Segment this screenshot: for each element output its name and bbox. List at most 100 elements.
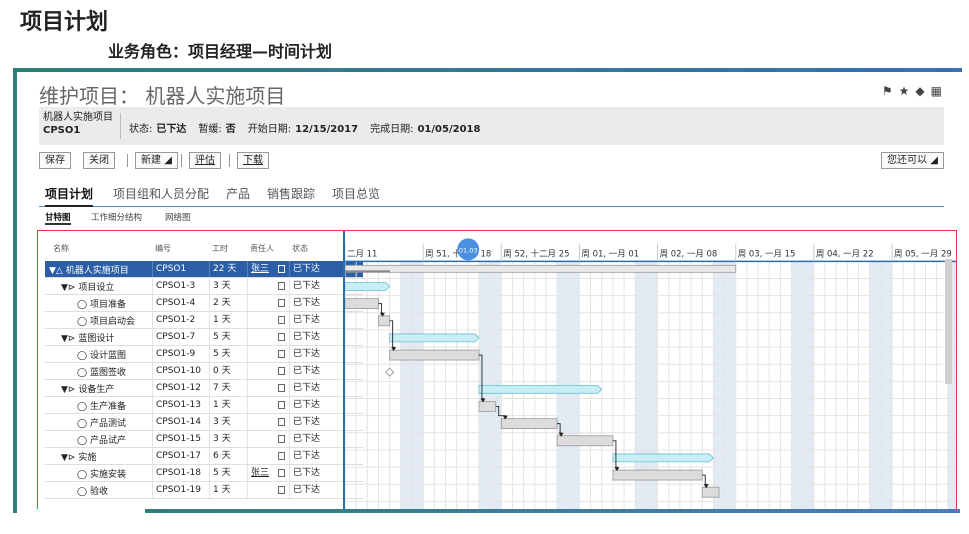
grid-icon[interactable]: ▦ xyxy=(931,84,942,98)
tab-sales-tracking[interactable]: 销售跟踪 xyxy=(267,185,315,202)
table-row[interactable]: ▼⊳ 设备生产 CPSO1-12 7 天 已下达 xyxy=(45,380,363,397)
table-row[interactable]: ◯ 产品测试 CPSO1-14 3 天 已下达 xyxy=(45,414,363,431)
expand-phase-icon[interactable]: ▼⊳ xyxy=(61,334,75,344)
task-bar xyxy=(389,349,480,361)
tab-products[interactable]: 产品 xyxy=(226,185,250,202)
close-button[interactable]: 关闭 xyxy=(83,152,115,169)
task-status: 已下达 xyxy=(289,397,329,413)
task-status: 已下达 xyxy=(289,261,329,277)
document-icon[interactable] xyxy=(278,282,285,290)
task-owner xyxy=(247,448,289,464)
col-name[interactable]: 名称 xyxy=(53,243,69,254)
task-circle-icon[interactable]: ◯ xyxy=(77,300,87,310)
task-duration: 6 天 xyxy=(209,448,247,464)
col-duration[interactable]: 工时 xyxy=(212,243,228,254)
expand-phase-icon[interactable]: ▼⊳ xyxy=(61,283,75,293)
tab-project-plan[interactable]: 项目计划 xyxy=(45,185,94,207)
tab-team[interactable]: 项目组和人员分配 xyxy=(113,185,209,202)
phase-bar xyxy=(345,282,391,291)
task-code: CPSO1-14 xyxy=(152,414,209,430)
document-icon[interactable] xyxy=(278,384,285,392)
evaluate-button[interactable]: 评估 xyxy=(189,152,221,169)
weekend-column xyxy=(791,261,803,509)
subtab-gantt[interactable]: 甘特图 xyxy=(45,211,71,225)
task-circle-icon[interactable]: ◯ xyxy=(77,351,87,361)
col-code[interactable]: 编号 xyxy=(155,243,171,254)
col-status[interactable]: 状态 xyxy=(292,243,308,254)
document-icon[interactable] xyxy=(278,316,285,324)
table-row[interactable]: ◯ 实施安装 CPSO1-18 5 天张三 已下达 xyxy=(45,465,363,482)
table-row[interactable]: ▼△ 机器人实施项目 CPSO1 22 天张三 已下达 xyxy=(45,261,363,278)
expand-phase-icon[interactable]: ▼⊳ xyxy=(61,385,75,395)
vertical-scrollbar[interactable] xyxy=(945,259,952,384)
expand-triangle-icon[interactable]: ▼△ xyxy=(49,266,63,276)
project-code: CPSO1 xyxy=(43,125,81,136)
more-actions-button[interactable]: 您还可以 ◢ xyxy=(881,152,944,169)
document-icon[interactable] xyxy=(278,333,285,341)
document-icon[interactable] xyxy=(278,350,285,358)
task-owner xyxy=(247,397,289,413)
table-row[interactable]: ◯ 设计蓝图 CPSO1-9 5 天 已下达 xyxy=(45,346,363,363)
task-duration: 1 天 xyxy=(209,312,247,328)
task-owner xyxy=(247,295,289,311)
task-bar xyxy=(478,401,497,412)
document-icon[interactable] xyxy=(278,401,285,409)
table-row[interactable]: ◯ 项目启动会 CPSO1-2 1 天 已下达 xyxy=(45,312,363,329)
download-button[interactable]: 下载 xyxy=(237,152,269,169)
star-icon[interactable]: ★ xyxy=(899,84,910,98)
task-duration: 5 天 xyxy=(209,346,247,362)
expand-phase-icon[interactable]: ▼⊳ xyxy=(61,453,75,463)
document-icon[interactable] xyxy=(278,486,285,494)
document-icon[interactable] xyxy=(278,469,285,477)
task-name: ◯ 实施安装 xyxy=(77,470,126,480)
project-name: 机器人实施项目 xyxy=(43,112,113,123)
task-code: CPSO1 xyxy=(152,261,209,277)
task-bar xyxy=(701,486,720,498)
task-status: 已下达 xyxy=(289,465,329,481)
task-code: CPSO1-19 xyxy=(152,482,209,498)
task-duration: 3 天 xyxy=(209,278,247,294)
document-icon[interactable] xyxy=(278,418,285,426)
table-row[interactable]: ▼⊳ 实施 CPSO1-17 6 天 已下达 xyxy=(45,448,363,465)
col-owner[interactable]: 责任人 xyxy=(250,243,274,254)
task-circle-icon[interactable]: ◯ xyxy=(77,419,87,429)
table-row[interactable]: ◯ 生产准备 CPSO1-13 1 天 已下达 xyxy=(45,397,363,414)
task-bar xyxy=(556,435,614,447)
document-icon[interactable] xyxy=(278,452,285,460)
task-owner xyxy=(247,380,289,396)
task-bar xyxy=(612,469,703,481)
table-row[interactable]: ▼⊳ 蓝图设计 CPSO1-7 5 天 已下达 xyxy=(45,329,363,346)
main-tabs: 项目计划 项目组和人员分配 产品 销售跟踪 项目总览 xyxy=(39,185,944,207)
document-icon[interactable] xyxy=(278,367,285,375)
task-status: 已下达 xyxy=(289,448,329,464)
document-icon[interactable] xyxy=(278,435,285,443)
weekend-column xyxy=(713,261,725,509)
save-button[interactable]: 保存 xyxy=(39,152,71,169)
task-circle-icon[interactable]: ◯ xyxy=(77,368,87,378)
task-duration: 0 天 xyxy=(209,363,247,379)
table-row[interactable]: ◯ 产品试产 CPSO1-15 3 天 已下达 xyxy=(45,431,363,448)
new-button[interactable]: 新建 ◢ xyxy=(135,152,178,169)
subtab-network[interactable]: 网络图 xyxy=(165,211,191,223)
document-icon[interactable] xyxy=(278,299,285,307)
task-bar xyxy=(500,418,558,430)
task-circle-icon[interactable]: ◯ xyxy=(77,317,87,327)
task-table: 名称 编号 工时 责任人 状态 ▼△ 机器人实施项目 CPSO1 22 天张三 已下达… xyxy=(45,241,363,499)
start-date-field: 开始日期: 12/15/2017 xyxy=(247,124,359,135)
flag-icon[interactable]: ⚑ xyxy=(882,84,893,98)
table-row[interactable]: ▼⊳ 项目设立 CPSO1-3 3 天 已下达 xyxy=(45,278,363,295)
task-name: ▼⊳ 项目设立 xyxy=(61,283,115,293)
task-circle-icon[interactable]: ◯ xyxy=(77,470,87,480)
table-row[interactable]: ◯ 蓝图签收 CPSO1-10 0 天 已下达 xyxy=(45,363,363,380)
app-window: 维护项目： 机器人实施项目 ⚑ ★ ◆ ▦ 机器人实施项目 CPSO1 状态: 已… xyxy=(17,72,962,509)
tab-overview[interactable]: 项目总览 xyxy=(332,185,380,202)
table-row[interactable]: ◯ 验收 CPSO1-19 1 天 已下达 xyxy=(45,482,363,499)
task-circle-icon[interactable]: ◯ xyxy=(77,402,87,412)
document-icon[interactable] xyxy=(278,265,285,273)
task-circle-icon[interactable]: ◯ xyxy=(77,436,87,446)
tag-icon[interactable]: ◆ xyxy=(915,84,924,98)
weekend-column xyxy=(880,261,893,509)
subtab-wbs[interactable]: 工作细分结构 xyxy=(91,211,142,223)
task-circle-icon[interactable]: ◯ xyxy=(77,487,87,497)
table-row[interactable]: ◯ 项目准备 CPSO1-4 2 天 已下达 xyxy=(45,295,363,312)
